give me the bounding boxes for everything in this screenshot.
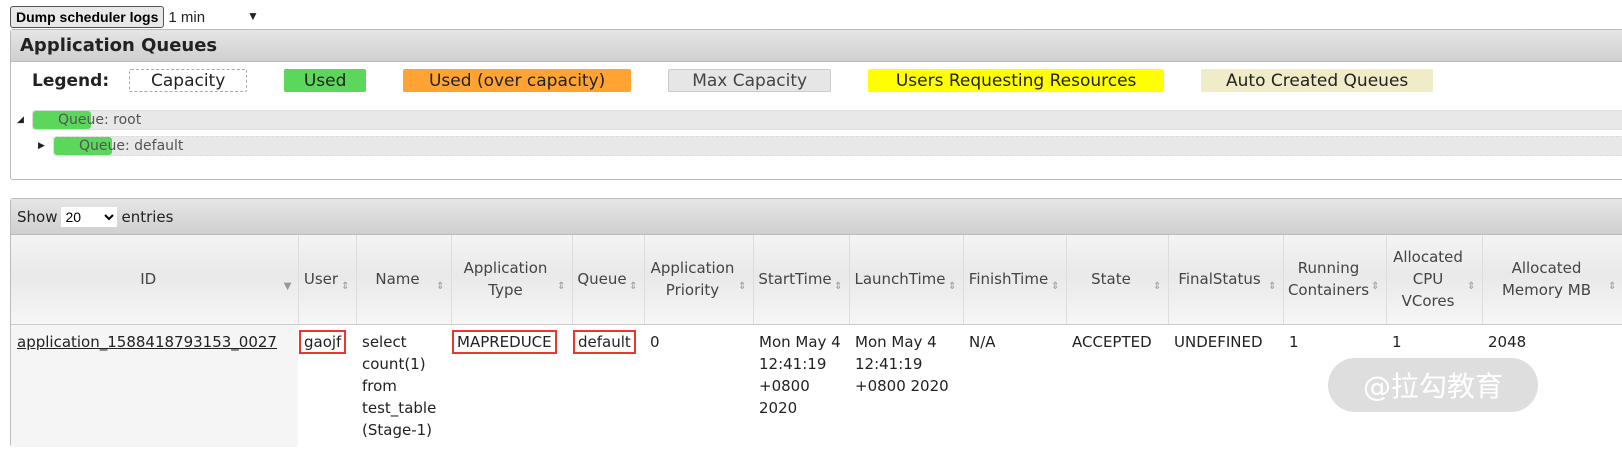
final-status-cell: UNDEFINED xyxy=(1174,332,1263,351)
table-length-control: Show 20 entries xyxy=(11,199,1622,235)
column-header-running-containers[interactable]: Running Containers ⇕ xyxy=(1283,235,1387,325)
column-label: FinalStatus xyxy=(1178,270,1261,289)
legend-label: Legend: xyxy=(32,70,110,91)
queue-cell: default xyxy=(573,329,636,354)
column-header-starttime[interactable]: StartTime ⇕ xyxy=(753,235,850,325)
column-header-id[interactable]: ID ▼ xyxy=(11,235,299,325)
column-label: Application Type xyxy=(463,259,548,300)
queue-default[interactable]: ▶ Queue: default xyxy=(11,136,1622,158)
queue-label: Queue: default xyxy=(79,138,184,154)
sort-icon: ⇕ xyxy=(834,280,843,292)
header-row: ID ▼ User ⇕ Name ⇕ Application Type ⇕ Queue ⇕ Appl… xyxy=(11,235,1622,325)
dropdown-arrow-icon: ▼ xyxy=(247,8,259,23)
column-label: User xyxy=(303,270,339,289)
column-header-application-type[interactable]: Application Type ⇕ xyxy=(451,235,573,325)
legend: Legend: Capacity Used Used (over capacit… xyxy=(32,69,1470,92)
page-size-select[interactable]: 20 xyxy=(61,206,118,227)
column-header-finishtime[interactable]: FinishTime ⇕ xyxy=(963,235,1067,325)
launch-time-cell: Mon May 4 12:41:19 +0800 2020 xyxy=(855,332,949,395)
column-label: FinishTime xyxy=(968,270,1049,289)
queue-label: Queue: root xyxy=(58,112,142,128)
queue-root[interactable]: ◢ Queue: root xyxy=(11,110,1622,132)
sort-icon: ⇕ xyxy=(1608,280,1617,292)
legend-used: Used xyxy=(284,69,367,92)
sort-icon: ⇕ xyxy=(341,280,350,292)
sort-icon: ⇕ xyxy=(738,280,747,292)
column-header-name[interactable]: Name ⇕ xyxy=(356,235,452,325)
column-header-user[interactable]: User ⇕ xyxy=(298,235,357,325)
legend-users-requesting: Users Requesting Resources xyxy=(868,69,1165,92)
legend-auto-created: Auto Created Queues xyxy=(1201,69,1434,92)
expand-triangle-icon[interactable]: ▶ xyxy=(38,141,45,151)
toolbar: Dump scheduler logs 1 min ▼ xyxy=(10,6,259,28)
column-label: StartTime xyxy=(758,270,832,289)
column-header-allocated-memory-mb[interactable]: Allocated Memory MB ⇕ xyxy=(1482,235,1622,325)
state-cell: ACCEPTED xyxy=(1072,332,1152,351)
show-label: Show xyxy=(17,207,58,226)
name-cell: select count(1) from test_table (Stage-1… xyxy=(362,332,437,439)
sort-icon: ⇕ xyxy=(629,280,638,292)
priority-cell: 0 xyxy=(650,332,660,351)
collapse-triangle-icon[interactable]: ◢ xyxy=(17,115,24,125)
column-label: Application Priority xyxy=(650,259,735,300)
sort-icon: ⇕ xyxy=(1371,280,1380,292)
interval-select[interactable]: 1 min ▼ xyxy=(168,9,259,26)
column-label: Running Containers xyxy=(1287,259,1370,300)
finish-time-cell: N/A xyxy=(969,332,996,351)
legend-capacity: Capacity xyxy=(129,69,248,92)
sort-desc-icon: ▼ xyxy=(283,280,292,292)
column-header-allocated-cpu-vcores[interactable]: Allocated CPU VCores ⇕ xyxy=(1386,235,1483,325)
apps-table: ID ▼ User ⇕ Name ⇕ Application Type ⇕ Queue ⇕ Appl… xyxy=(11,235,1622,447)
column-label: Queue xyxy=(577,270,627,289)
queue-tree: ◢ Queue: root ▶ Queue: default xyxy=(11,110,1622,162)
sort-icon: ⇕ xyxy=(948,280,957,292)
panel-title: Application Queues xyxy=(11,30,1622,62)
sort-icon: ⇕ xyxy=(1153,280,1162,292)
application-id-link[interactable]: application_1588418793153_0027 xyxy=(17,333,277,351)
column-label: Allocated Memory MB xyxy=(1501,259,1591,300)
application-queues-panel: Application Queues Legend: Capacity Used… xyxy=(10,29,1622,180)
dump-scheduler-logs-button[interactable]: Dump scheduler logs xyxy=(10,6,165,28)
user-cell: gaojf xyxy=(299,329,347,354)
interval-value: 1 min xyxy=(168,8,206,26)
watermark: @拉勾教育 xyxy=(1328,358,1538,412)
sort-icon: ⇕ xyxy=(557,280,566,292)
column-header-application-priority[interactable]: Application Priority ⇕ xyxy=(644,235,754,325)
sort-icon: ⇕ xyxy=(436,280,445,292)
column-label: State xyxy=(1091,270,1131,289)
sort-icon: ⇕ xyxy=(1268,280,1277,292)
column-label: Name xyxy=(375,270,420,289)
sort-icon: ⇕ xyxy=(1467,280,1476,292)
column-header-queue[interactable]: Queue ⇕ xyxy=(572,235,645,325)
column-header-finalstatus[interactable]: FinalStatus ⇕ xyxy=(1168,235,1284,325)
column-label: ID xyxy=(140,270,157,289)
column-label: LaunchTime xyxy=(854,270,946,289)
start-time-cell: Mon May 4 12:41:19 +0800 2020 xyxy=(759,332,841,417)
entries-label: entries xyxy=(121,207,174,226)
type-cell: MAPREDUCE xyxy=(452,329,557,354)
column-header-launchtime[interactable]: LaunchTime ⇕ xyxy=(849,235,964,325)
legend-over-capacity: Used (over capacity) xyxy=(403,69,632,92)
sort-icon: ⇕ xyxy=(1051,280,1060,292)
legend-max-capacity: Max Capacity xyxy=(668,69,832,92)
column-label: Allocated CPU VCores xyxy=(1393,248,1463,311)
column-header-state[interactable]: State ⇕ xyxy=(1066,235,1169,325)
